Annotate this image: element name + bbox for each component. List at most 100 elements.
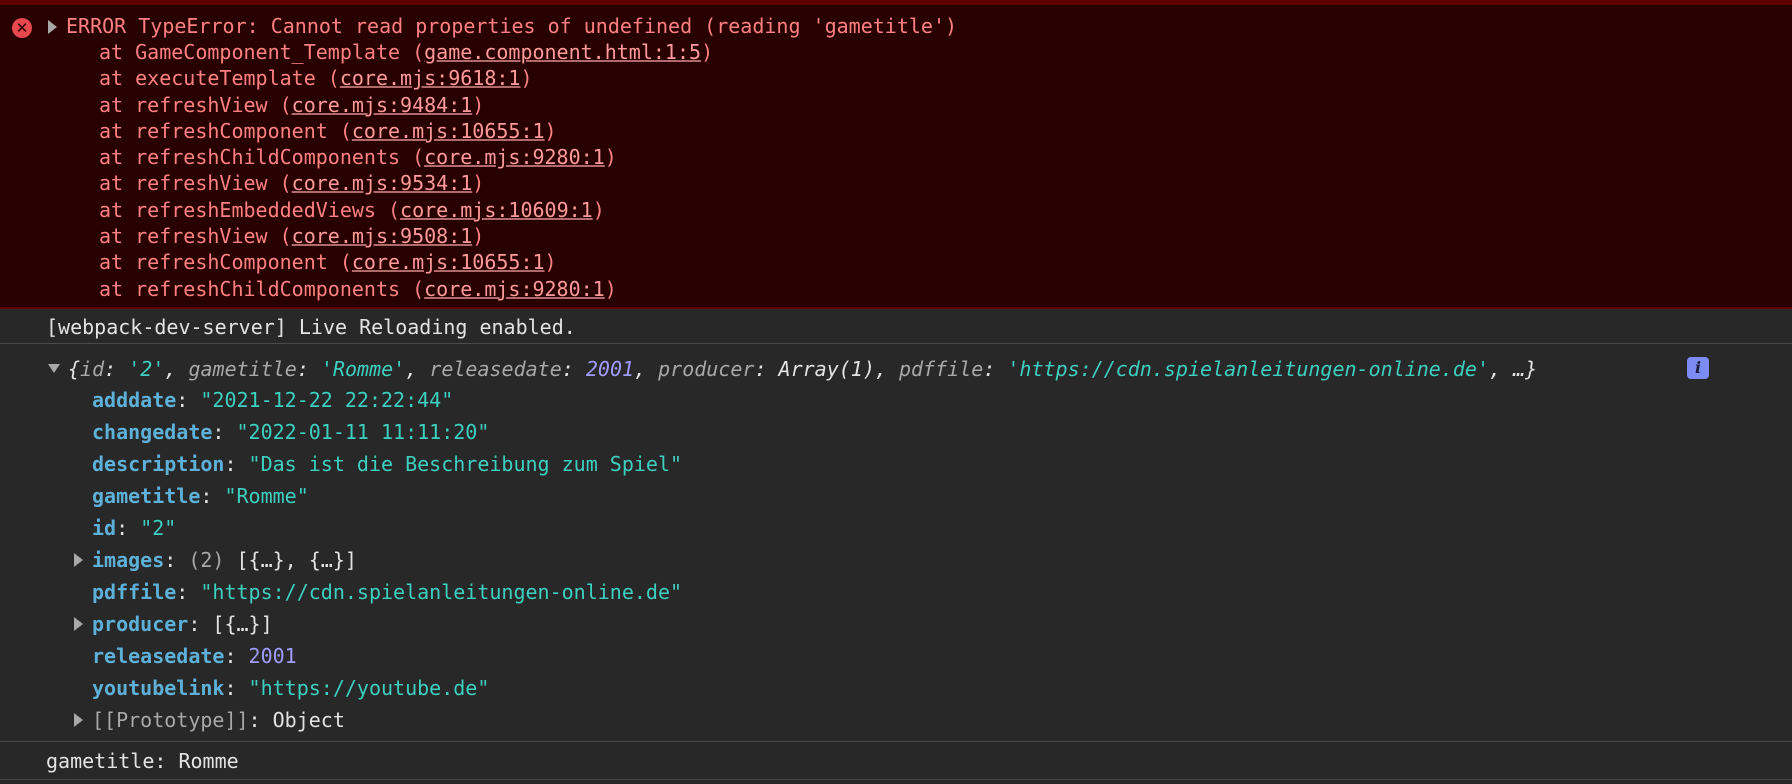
stack-frame-function: at executeTemplate ( xyxy=(99,66,340,91)
stack-frame-source-link[interactable]: core.mjs:9280:1 xyxy=(424,277,605,301)
stack-frame-close-paren: ) xyxy=(472,224,485,249)
error-message-entry[interactable]: ✕ ERROR TypeError: Cannot read propertie… xyxy=(0,0,1792,309)
devtools-console: ✕ ERROR TypeError: Cannot read propertie… xyxy=(0,0,1792,784)
preview-comma: , xyxy=(1489,357,1514,381)
prop-key: images xyxy=(92,548,165,572)
log-divider xyxy=(0,779,1792,780)
preview-val-releasedate: 2001 xyxy=(585,357,635,381)
stack-frame-close-paren: ) xyxy=(544,118,557,143)
prop-changedate: changedate: "2022-01-11 11:11:20" xyxy=(92,420,490,444)
preview-comma: , xyxy=(164,357,189,381)
stack-frame: at refreshView (core.mjs:9508:1) xyxy=(99,223,713,249)
prop-youtubelink: youtubelink: "https://youtube.de" xyxy=(92,676,490,700)
stack-trace: at GameComponent_Template (game.componen… xyxy=(99,39,713,302)
expand-producer-triangle-icon[interactable] xyxy=(74,617,83,631)
object-preview-summary[interactable]: {id: '2', gametitle: 'Romme', releasedat… xyxy=(68,356,1537,382)
stack-frame-function: at refreshChildComponents ( xyxy=(99,276,425,301)
stack-frame-function: at refreshView ( xyxy=(99,92,292,117)
expand-images-triangle-icon[interactable] xyxy=(74,553,83,567)
stack-frame-source-link[interactable]: core.mjs:9618:1 xyxy=(340,66,521,90)
prop-value: [{…}, {…}] xyxy=(236,548,357,572)
prop-producer[interactable]: producer: [{…}] xyxy=(92,611,273,637)
prop-value: Object xyxy=(272,708,345,732)
prop-value: 2001 xyxy=(248,644,297,668)
stack-frame-close-paren: ) xyxy=(592,197,605,222)
webpack-log-message: [webpack-dev-server] Live Reloading enab… xyxy=(46,315,576,339)
error-message-text: ERROR TypeError: Cannot read properties … xyxy=(66,14,958,38)
expand-prototype-triangle-icon[interactable] xyxy=(74,713,83,727)
stack-frame-function: at GameComponent_Template ( xyxy=(99,40,425,64)
stack-frame-source-link[interactable]: core.mjs:10655:1 xyxy=(352,119,545,143)
prop-key: description xyxy=(92,452,225,476)
preview-colon: : xyxy=(754,357,779,381)
stack-frame-function: at refreshView ( xyxy=(99,224,292,249)
stack-frame: at refreshComponent (core.mjs:10655:1) xyxy=(99,118,713,144)
stack-frame-function: at refreshView ( xyxy=(99,171,292,196)
prop-releasedate: releasedate: 2001 xyxy=(92,644,297,668)
stack-frame-function: at refreshComponent ( xyxy=(99,250,352,275)
stack-frame-close-paren: ) xyxy=(604,145,617,170)
stack-frame-close-paren: ) xyxy=(472,171,485,196)
stack-frame-close-paren: ) xyxy=(604,276,617,301)
error-circle-icon: ✕ xyxy=(12,18,32,38)
stack-frame: at executeTemplate (core.mjs:9618:1) xyxy=(99,65,713,91)
preview-comma: , xyxy=(405,357,430,381)
preview-key-id: id xyxy=(80,357,105,381)
prop-key: adddate xyxy=(92,388,177,412)
prop-pdffile: pdffile: "https://cdn.spielanleitungen-o… xyxy=(92,580,683,604)
stack-frame: at refreshView (core.mjs:9534:1) xyxy=(99,170,713,196)
prop-key: releasedate xyxy=(92,644,225,668)
preview-comma: , xyxy=(634,357,659,381)
prop-value: "https://youtube.de" xyxy=(248,676,490,700)
prop-gametitle: gametitle: "Romme" xyxy=(92,484,309,508)
info-icon[interactable]: i xyxy=(1687,357,1709,379)
collapse-object-triangle-icon[interactable] xyxy=(48,364,60,373)
prop-prototype[interactable]: [[Prototype]]: Object xyxy=(92,707,345,733)
stack-frame-function: at refreshEmbeddedViews ( xyxy=(99,197,401,222)
stack-frame-source-link[interactable]: core.mjs:10655:1 xyxy=(352,250,545,274)
stack-frame-source-link[interactable]: core.mjs:9508:1 xyxy=(292,224,473,248)
stack-frame: at refreshChildComponents (core.mjs:9280… xyxy=(99,144,713,170)
preview-val-id: '2' xyxy=(128,357,165,381)
preview-val-gametitle: 'Romme' xyxy=(320,357,406,381)
stack-frame-source-link[interactable]: core.mjs:9484:1 xyxy=(292,93,473,117)
prop-value: "Romme" xyxy=(224,484,309,508)
prop-adddate: adddate: "2021-12-22 22:22:44" xyxy=(92,388,454,412)
prop-value: "2021-12-22 22:22:44" xyxy=(200,388,454,412)
stack-frame-source-link[interactable]: core.mjs:9280:1 xyxy=(424,145,605,169)
prop-value: "2022-01-11 11:11:20" xyxy=(236,420,490,444)
stack-frame-source-link[interactable]: core.mjs:10609:1 xyxy=(400,198,593,222)
prop-value: "2" xyxy=(140,516,177,540)
prop-description: description: "Das ist die Beschreibung z… xyxy=(92,452,683,476)
stack-frame-function: at refreshChildComponents ( xyxy=(99,145,425,170)
preview-comma: , xyxy=(874,357,899,381)
prop-id: id: "2" xyxy=(92,516,177,540)
preview-ellipsis: …} xyxy=(1513,357,1538,381)
stack-frame: at refreshComponent (core.mjs:10655:1) xyxy=(99,249,713,275)
prop-key: youtubelink xyxy=(92,676,225,700)
stack-frame-close-paren: ) xyxy=(701,40,714,64)
prop-key: changedate xyxy=(92,420,213,444)
preview-key-gametitle: gametitle xyxy=(188,357,297,381)
gametitle-log-message: gametitle: Romme xyxy=(46,749,239,773)
preview-colon: : xyxy=(104,357,129,381)
prop-images[interactable]: images: (2) [{…}, {…}] xyxy=(92,547,357,573)
stack-frame: at refreshChildComponents (core.mjs:9280… xyxy=(99,276,713,302)
prop-key: pdffile xyxy=(92,580,177,604)
prop-value: [{…}] xyxy=(212,612,273,636)
stack-frame-source-link[interactable]: core.mjs:9534:1 xyxy=(292,171,473,195)
stack-frame-close-paren: ) xyxy=(520,66,533,91)
prop-key: id xyxy=(92,516,117,540)
stack-frame-source-link[interactable]: game.component.html:1:5 xyxy=(424,40,701,64)
expand-error-triangle-icon[interactable] xyxy=(48,20,57,34)
preview-val-producer: Array(1) xyxy=(778,357,875,381)
stack-frame-function: at refreshComponent ( xyxy=(99,118,352,143)
stack-frame: at refreshEmbeddedViews (core.mjs:10609:… xyxy=(99,197,713,223)
preview-key-producer: producer xyxy=(658,357,755,381)
preview-val-pdffile: 'https://cdn.spielanleitungen-online.de' xyxy=(1007,357,1489,381)
preview-key-pdffile: pdffile xyxy=(898,357,984,381)
preview-key-releasedate: releasedate xyxy=(429,357,562,381)
stack-frame: at refreshView (core.mjs:9484:1) xyxy=(99,92,713,118)
stack-frame-close-paren: ) xyxy=(544,250,557,275)
log-divider xyxy=(0,741,1792,742)
